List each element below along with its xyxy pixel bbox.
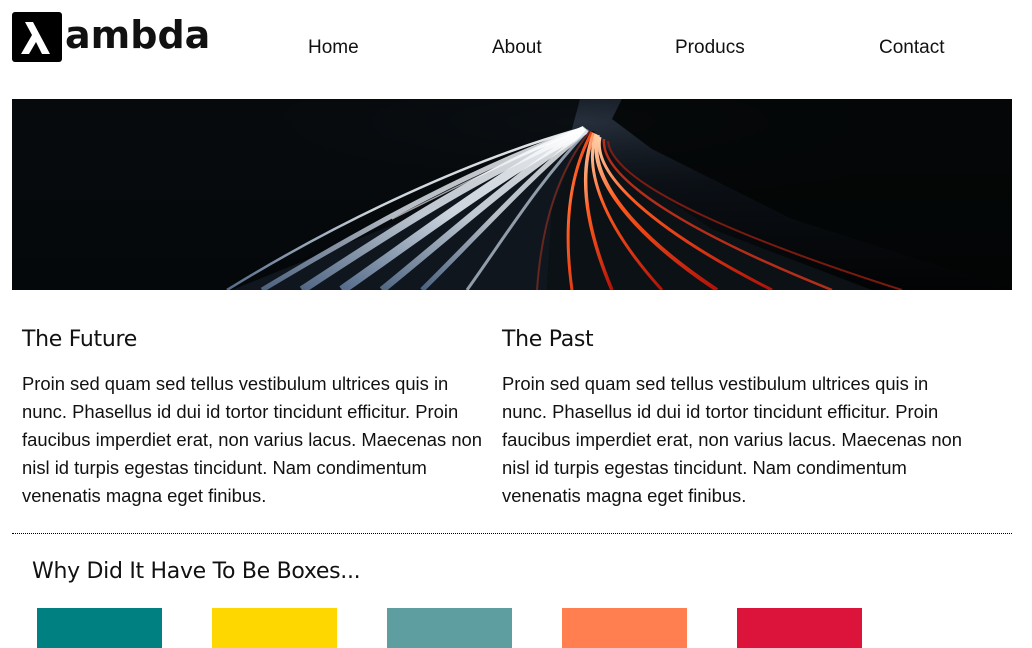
color-box-5 (737, 608, 862, 648)
nav-about-link[interactable]: About (492, 36, 542, 60)
hero-image (12, 99, 1012, 290)
highway-light-trails-image (12, 99, 1012, 290)
future-heading: The Future (22, 327, 137, 352)
past-section: The Past Proin sed quam sed tellus vesti… (502, 326, 964, 510)
main-nav: Home About Producs Contact (0, 36, 1032, 60)
color-box-4 (562, 608, 687, 648)
nav-products-link[interactable]: Producs (675, 36, 745, 60)
color-box-1 (37, 608, 162, 648)
site-header: ambda Home About Producs Contact (0, 0, 1032, 98)
color-box-3 (387, 608, 512, 648)
future-section: The Future Proin sed quam sed tellus ves… (22, 326, 484, 510)
past-body: Proin sed quam sed tellus vestibulum ult… (502, 373, 963, 506)
past-heading: The Past (502, 327, 594, 352)
page: ambda Home About Producs Contact The Fut… (0, 0, 1032, 648)
boxes-heading: Why Did It Have To Be Boxes... (32, 559, 361, 584)
section-divider (12, 533, 1012, 534)
nav-contact-link[interactable]: Contact (879, 36, 944, 60)
color-box-2 (212, 608, 337, 648)
nav-home-link[interactable]: Home (308, 36, 359, 60)
future-body: Proin sed quam sed tellus vestibulum ult… (22, 373, 483, 506)
